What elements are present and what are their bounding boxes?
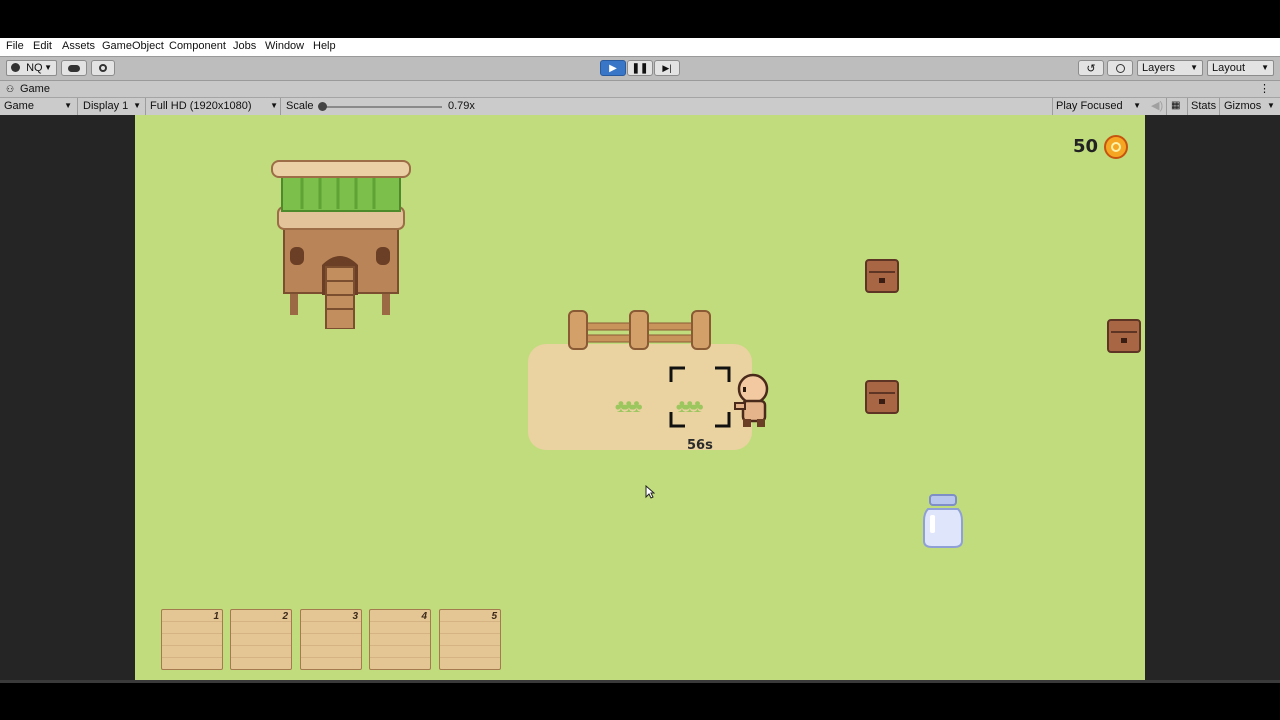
divider: [1187, 98, 1188, 115]
play-icon: ▶: [609, 62, 617, 74]
menu-bar: File Edit Assets GameObject Component Jo…: [0, 38, 1280, 56]
stats-button[interactable]: Stats: [1191, 98, 1216, 115]
account-dropdown[interactable]: NQ ▼: [6, 60, 57, 76]
storage-chest[interactable]: [865, 259, 899, 293]
more-options-icon[interactable]: ⋮: [1259, 82, 1270, 95]
divider: [77, 98, 78, 115]
wooden-fence: [566, 309, 714, 351]
tab-game[interactable]: ⚇ Game: [0, 81, 60, 98]
layers-label: Layers: [1142, 62, 1176, 74]
menu-window[interactable]: Window: [265, 40, 304, 52]
layout-dropdown[interactable]: Layout ▼: [1207, 60, 1274, 76]
collab-icon: [99, 64, 107, 72]
chevron-down-icon: ▼: [1261, 63, 1269, 72]
menu-assets[interactable]: Assets: [62, 40, 95, 52]
pause-icon: ❚❚: [631, 62, 649, 74]
tile-selection-cursor: [669, 366, 731, 428]
cloud-button[interactable]: [61, 60, 87, 76]
inventory-slot-2[interactable]: 2: [230, 609, 292, 670]
chevron-down-icon: ▼: [270, 101, 278, 110]
layout-label: Layout: [1212, 62, 1246, 74]
status-bar-edge: [0, 680, 1280, 683]
divider: [145, 98, 146, 115]
chevron-down-icon[interactable]: ▼: [1267, 98, 1275, 114]
farmhouse-sprite: [268, 147, 414, 330]
divider: [1166, 98, 1167, 115]
divider: [1219, 98, 1220, 115]
player-character: [733, 373, 773, 431]
play-mode-label: Play Focused: [1056, 100, 1123, 112]
cloud-icon: [68, 64, 80, 72]
inventory-slot-5[interactable]: 5: [439, 609, 501, 670]
coin-count: 50: [1073, 136, 1099, 157]
collab-button[interactable]: [91, 60, 115, 76]
slot-number: 3: [352, 611, 358, 622]
chevron-down-icon: ▼: [133, 101, 141, 110]
glass-jar[interactable]: [920, 493, 966, 549]
game-view-options-bar: Game ▼ Display 1 ▼ Full HD (1920x1080) ▼…: [0, 97, 1280, 116]
window-tab-bar: ⚇ Game ⋮: [0, 80, 1280, 98]
search-icon: [1115, 63, 1125, 73]
inventory-slot-4[interactable]: 4: [369, 609, 431, 670]
display-select[interactable]: Display 1 ▼: [83, 98, 143, 115]
menu-gameobject[interactable]: GameObject: [102, 40, 164, 52]
inventory-slot-1[interactable]: 1: [161, 609, 223, 670]
step-icon: ▶|: [662, 62, 672, 73]
crop-sprout: ♣♣♣: [615, 396, 643, 416]
chevron-down-icon: ▼: [1133, 101, 1141, 110]
main-toolbar: NQ ▼ ▶ ❚❚ ▶| ↺ Layers ▼ Layout ▼: [0, 56, 1280, 81]
search-button[interactable]: [1107, 60, 1133, 76]
step-button[interactable]: ▶|: [654, 60, 680, 76]
account-label: NQ: [26, 62, 43, 74]
account-icon: [11, 63, 20, 72]
resolution-select-label: Full HD (1920x1080): [150, 100, 252, 112]
resolution-select[interactable]: Full HD (1920x1080) ▼: [150, 98, 278, 115]
mouse-pointer-icon: [645, 484, 656, 502]
slot-number: 2: [282, 611, 288, 622]
pause-button[interactable]: ❚❚: [627, 60, 653, 76]
mute-audio-icon[interactable]: ◀): [1151, 98, 1163, 115]
menu-file[interactable]: File: [6, 40, 24, 52]
chevron-down-icon: ▼: [44, 63, 52, 72]
aspect-grid-icon[interactable]: ▦: [1171, 98, 1180, 115]
scale-label: Scale: [286, 100, 314, 112]
menu-help[interactable]: Help: [313, 40, 336, 52]
play-button[interactable]: ▶: [600, 60, 626, 76]
scale-slider-handle[interactable]: [318, 102, 327, 111]
storage-chest[interactable]: [1107, 319, 1141, 353]
history-icon: ↺: [1086, 62, 1096, 75]
divider: [280, 98, 281, 115]
scale-slider-track[interactable]: [320, 106, 442, 108]
menu-jobs[interactable]: Jobs: [233, 40, 256, 52]
coin-icon: [1104, 135, 1128, 159]
layers-dropdown[interactable]: Layers ▼: [1137, 60, 1203, 76]
storage-chest[interactable]: [865, 380, 899, 414]
menu-edit[interactable]: Edit: [33, 40, 52, 52]
chevron-down-icon: ▼: [64, 101, 72, 110]
play-mode-select[interactable]: Play Focused ▼: [1056, 98, 1144, 115]
slot-number: 5: [491, 611, 497, 622]
slot-number: 4: [421, 611, 427, 622]
crop-timer-label: 56s: [687, 438, 713, 453]
divider: [1052, 98, 1053, 115]
scale-value: 0.79x: [448, 100, 475, 112]
game-tab-icon: ⚇: [6, 84, 15, 94]
display-select-label: Display 1: [83, 100, 129, 112]
tab-game-label: Game: [20, 83, 50, 95]
menu-component[interactable]: Component: [169, 40, 226, 52]
inventory-slot-3[interactable]: 3: [300, 609, 362, 670]
view-select-label: Game: [4, 100, 34, 112]
chevron-down-icon: ▼: [1190, 63, 1198, 72]
undo-history-button[interactable]: ↺: [1078, 60, 1104, 76]
slot-number: 1: [213, 611, 219, 622]
game-viewport[interactable]: ♣♣♣ ♣♣♣ 56s 50 1 2 3 4 5: [135, 115, 1145, 680]
view-select[interactable]: Game ▼: [4, 98, 74, 115]
gizmos-button[interactable]: Gizmos: [1224, 98, 1261, 115]
